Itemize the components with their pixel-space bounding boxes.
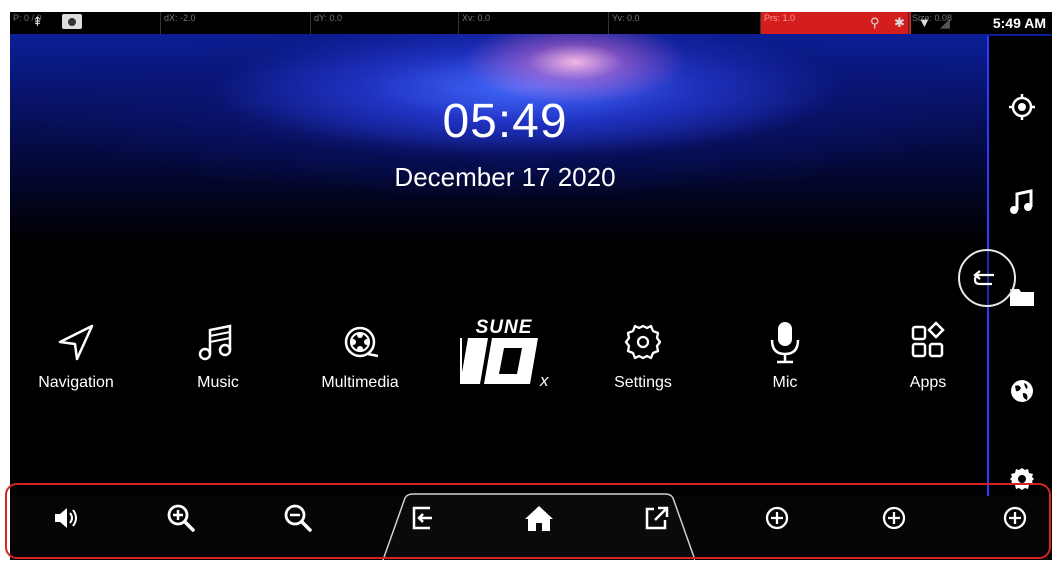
usb-icon: ⇞ — [32, 14, 43, 29]
app-settings[interactable]: Settings — [573, 312, 713, 392]
microphone-icon — [770, 322, 800, 364]
svg-text:x: x — [539, 371, 549, 390]
x-velocity-readout: Xv: 0.0 — [458, 12, 490, 34]
status-time: 5:49 AM — [992, 15, 1046, 31]
svg-text:SUNE: SUNE — [476, 317, 533, 338]
film-reel-icon — [344, 326, 379, 358]
app-label: Mic — [772, 374, 798, 391]
bluetooth-icon: ✱ — [894, 15, 905, 30]
app-label: Music — [197, 374, 239, 391]
gear-icon — [624, 324, 662, 360]
floating-back-button[interactable] — [958, 249, 1016, 307]
app-mic[interactable]: Mic — [715, 312, 855, 392]
status-bar: P: 0 / 0 ⇞ dX: -2.0 dY: 0.0 Xv: 0.0 Yv: … — [10, 12, 1052, 34]
pressure-readout: Prs: 1.0 — [760, 12, 911, 34]
app-navigation[interactable]: Navigation — [10, 312, 146, 392]
gps-target-icon[interactable] — [1007, 92, 1037, 122]
location-icon: ⚲ — [870, 15, 880, 30]
app-music[interactable]: Music — [148, 312, 288, 392]
music-note-icon — [198, 324, 232, 361]
app-label: Navigation — [38, 374, 114, 391]
signal-icon: ◢ — [940, 15, 950, 30]
bottom-bar-highlight — [5, 483, 1051, 559]
music-note-icon[interactable] — [1007, 186, 1037, 216]
app-label: Apps — [909, 374, 947, 391]
app-apps[interactable]: Apps — [858, 312, 998, 392]
home-date: December 17 2020 — [394, 162, 616, 192]
screenshot-camera-icon[interactable] — [62, 14, 82, 29]
apps-grid-icon — [911, 321, 945, 358]
y-velocity-readout: Yv: 0.0 — [608, 12, 640, 34]
back-arrow-icon — [973, 270, 994, 286]
wallpaper — [10, 12, 1052, 302]
delta-y-readout: dY: 0.0 — [310, 12, 342, 34]
app-label: Multimedia — [321, 374, 399, 391]
wifi-icon: ▼ — [918, 15, 931, 30]
navigation-arrow-icon — [58, 324, 94, 361]
home-clock: 05:49 — [442, 95, 568, 148]
app-label: Settings — [614, 374, 672, 391]
app-multimedia[interactable]: Multimedia — [290, 312, 430, 392]
device-screen: P: 0 / 0 ⇞ dX: -2.0 dY: 0.0 Xv: 0.0 Yv: … — [10, 12, 1052, 560]
sune-10x-logo: SUNE x — [460, 317, 549, 390]
delta-x-readout: dX: -2.0 — [160, 12, 196, 34]
globe-icon[interactable] — [1007, 376, 1037, 406]
